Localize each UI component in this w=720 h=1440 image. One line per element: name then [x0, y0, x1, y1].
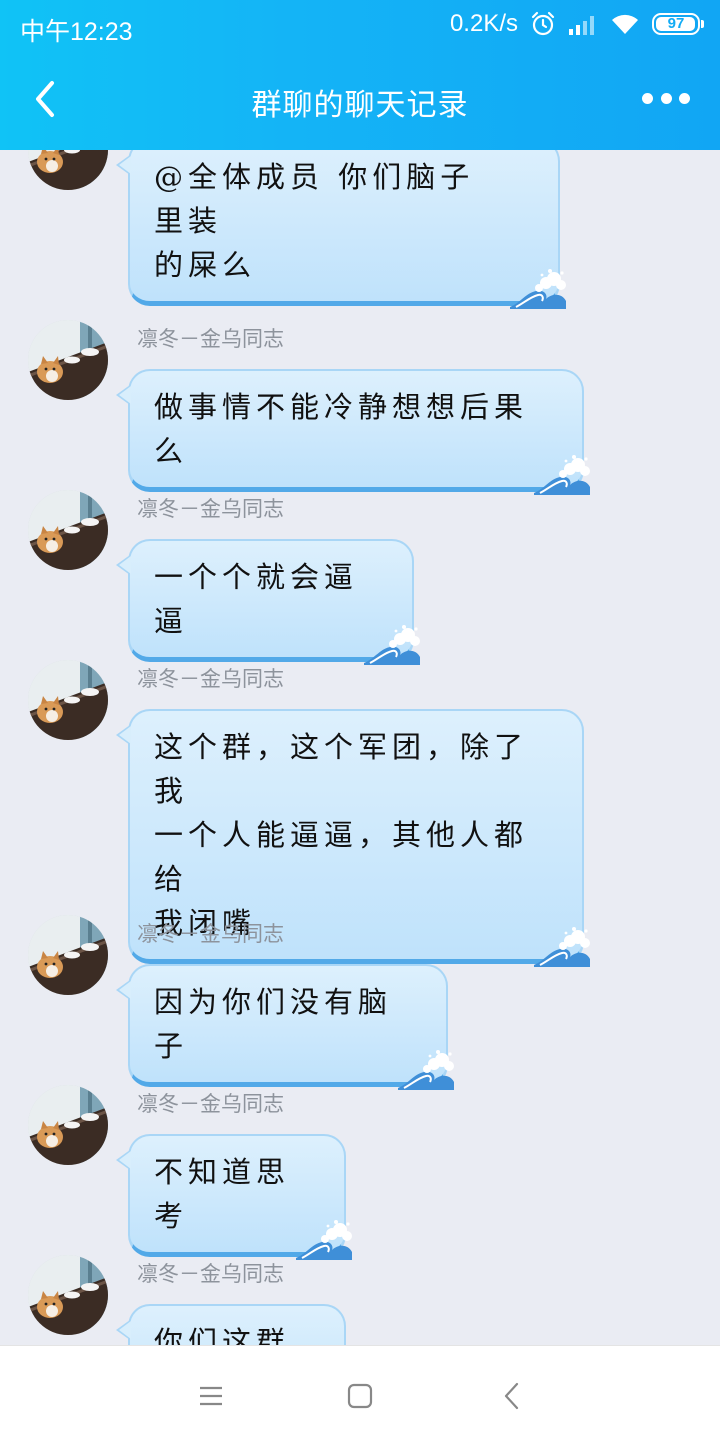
wave-decoration-icon [364, 625, 420, 665]
sender-name: 凛冬－金乌同志 [137, 327, 284, 351]
wifi-icon [610, 12, 640, 36]
avatar[interactable] [28, 320, 108, 400]
more-button[interactable] [642, 88, 690, 108]
message-text-line: 因为你们没有脑子 [154, 985, 393, 1063]
sender-name: 凛冬－金乌同志 [137, 667, 284, 691]
battery-icon: 97 [652, 13, 704, 35]
message-text-line: 这个群，这个军团，除了我 [154, 730, 529, 808]
home-button[interactable] [340, 1378, 380, 1414]
wave-decoration-icon [534, 927, 590, 967]
message-bubble[interactable]: 不知道思考 [116, 1134, 352, 1260]
wave-decoration-icon [534, 455, 590, 495]
menu-button[interactable] [191, 1378, 231, 1414]
cat-avatar-image [28, 1085, 108, 1165]
more-dot [660, 92, 672, 104]
wave-decoration-icon [398, 1050, 454, 1090]
wave-decoration-icon [510, 269, 566, 309]
sender-name: 凛冬－金乌同志 [137, 1092, 284, 1116]
message-text-line: 不知道思考 [154, 1155, 291, 1233]
status-bar: 中午12:23 0.2K/s 97 [0, 0, 720, 52]
sender-name: 凛冬－金乌同志 [137, 1262, 284, 1286]
signal-icon [568, 12, 598, 36]
cat-avatar-image [28, 1255, 108, 1335]
message-bubble[interactable]: 你们这群猪 [116, 1304, 346, 1345]
cat-avatar-image [28, 320, 108, 400]
cat-avatar-image [28, 660, 108, 740]
avatar[interactable] [28, 490, 108, 570]
network-speed: 0.2K/s [449, 10, 518, 37]
status-icons: 0.2K/s 97 [449, 10, 704, 38]
avatar[interactable] [28, 150, 108, 190]
cat-avatar-image [28, 150, 108, 190]
message-list[interactable]: @全体成员 你们脑子里装 的屎么 凛冬－金乌同志 做事情不能冷静想想后果么 凛冬… [0, 150, 720, 1345]
sender-name: 凛冬－金乌同志 [137, 497, 284, 521]
page-title: 群聊的聊天记录 [251, 88, 469, 123]
message-bubble[interactable]: 做事情不能冷静想想后果么 [116, 369, 590, 495]
message-text-line: 的屎么 [154, 248, 257, 282]
message-text-line: 做事情不能冷静想想后果么 [154, 390, 529, 468]
cat-avatar-image [28, 915, 108, 995]
avatar[interactable] [28, 915, 108, 995]
cat-avatar-image [28, 490, 108, 570]
message-text-line: 你们这群猪 [154, 1325, 291, 1345]
nav-bar: 群聊的聊天记录 [0, 52, 720, 150]
message-text-line: 一个人能逼逼，其他人都给 [154, 818, 529, 896]
avatar[interactable] [28, 660, 108, 740]
alarm-icon [530, 11, 556, 37]
battery-level: 97 [667, 15, 685, 32]
more-dot [642, 92, 653, 104]
message-text-line: @全体成员 你们脑子里装 [154, 160, 475, 238]
app-header: 中午12:23 0.2K/s 97 群聊的聊天记录 [0, 0, 720, 150]
system-nav-bar [0, 1345, 720, 1440]
message-bubble[interactable]: 因为你们没有脑子 [116, 964, 454, 1090]
avatar[interactable] [28, 1085, 108, 1165]
back-triangle-icon [504, 1382, 519, 1410]
message-bubble[interactable]: @全体成员 你们脑子里装 的屎么 [116, 150, 566, 309]
wave-decoration-icon [296, 1220, 352, 1260]
sender-name: 凛冬－金乌同志 [137, 922, 284, 946]
more-dot [679, 92, 690, 104]
home-square-icon [347, 1383, 373, 1409]
system-back-button[interactable] [491, 1378, 531, 1414]
message-bubble[interactable]: 一个个就会逼逼 [116, 539, 420, 665]
message-text-line: 一个个就会逼逼 [154, 560, 359, 638]
avatar[interactable] [28, 1255, 108, 1335]
menu-icon [200, 1386, 222, 1406]
status-time: 中午12:23 [20, 18, 133, 46]
